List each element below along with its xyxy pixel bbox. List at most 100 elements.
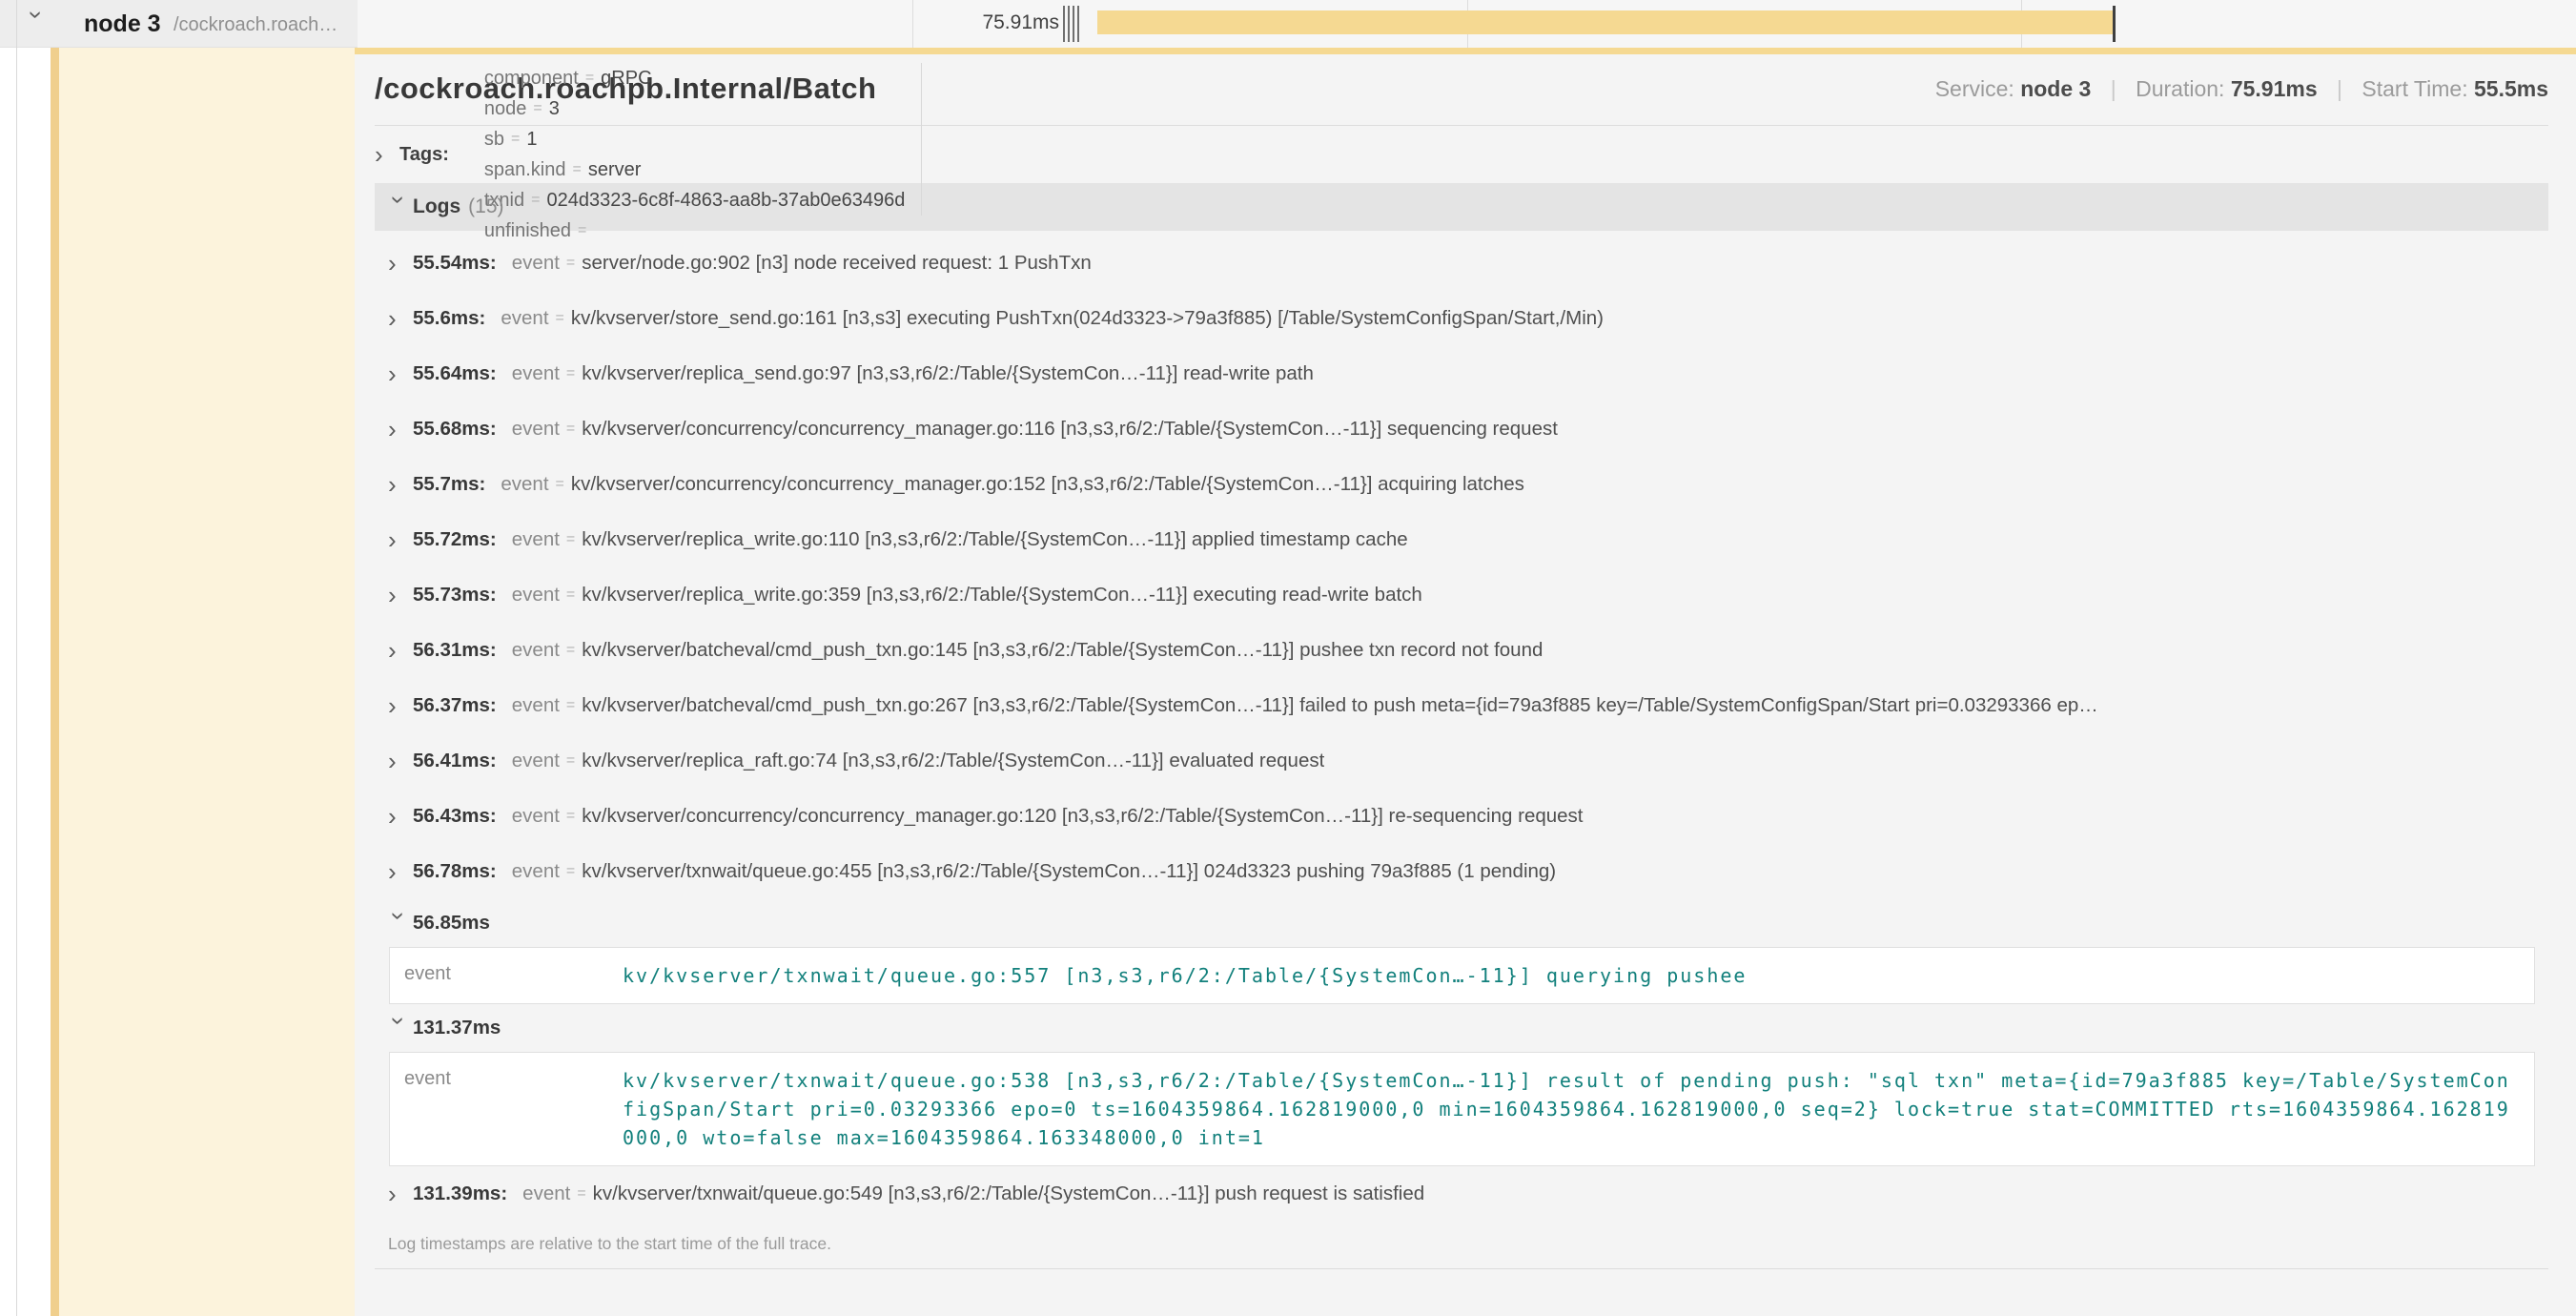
log-entry-row[interactable]: 56.41ms: event kv/kvserver/replica_raft.… [375, 733, 2548, 789]
tag-key: sb [484, 129, 504, 151]
tag-key: unfinished [484, 220, 571, 242]
chevron-down-icon[interactable] [390, 195, 409, 220]
selected-span-stripe [51, 48, 59, 1316]
log-entry-row[interactable]: 55.72ms: event kv/kvserver/replica_write… [375, 512, 2548, 567]
chevron-right-icon[interactable] [388, 586, 413, 605]
log-timestamp: 131.37ms [413, 1017, 501, 1039]
log-timestamp: 55.64ms: [413, 362, 497, 385]
span-detail-panel: /cockroach.roachpb.Internal/Batch Servic… [355, 48, 2576, 1316]
equals-sign [556, 310, 564, 327]
span-service-name: node 3 [84, 10, 161, 38]
log-message: kv/kvserver/txnwait/queue.go:549 [n3,s3,… [593, 1182, 1424, 1205]
log-entry-header[interactable]: 131.37ms [375, 1004, 2548, 1052]
log-entry-row[interactable]: 56.31ms: event kv/kvserver/batcheval/cmd… [375, 623, 2548, 678]
logs-count: (15) [468, 195, 503, 218]
log-timestamp: 55.6ms: [413, 307, 485, 330]
log-entry-row[interactable]: 55.6ms: event kv/kvserver/store_send.go:… [375, 291, 2548, 346]
chevron-right-icon[interactable] [388, 254, 413, 273]
tags-row[interactable]: Tags: component gRPC node 3 sb 1 span.ki… [375, 126, 2548, 183]
equals-sign [566, 531, 575, 548]
log-field-row: event kv/kvserver/txnwait/queue.go:557 [… [390, 948, 2534, 1003]
log-entry-row[interactable]: 56.43ms: event kv/kvserver/concurrency/c… [375, 789, 2548, 844]
log-field-value: kv/kvserver/txnwait/queue.go:557 [n3,s3,… [623, 961, 1747, 990]
equals-sign [578, 222, 586, 239]
start-time-value: 55.5ms [2474, 76, 2548, 101]
equals-sign [566, 365, 575, 382]
log-message: server/node.go:902 [n3] node received re… [582, 252, 1091, 275]
span-timeline-row[interactable]: node 3 /cockroach.roach… 75.91ms [0, 0, 2576, 48]
row-indent-guide [16, 0, 17, 1316]
log-entry-row[interactable]: 55.7ms: event kv/kvserver/concurrency/co… [375, 457, 2548, 512]
log-entry-row[interactable]: 56.78ms: event kv/kvserver/txnwait/queue… [375, 844, 2548, 899]
logs-list: 55.54ms: event server/node.go:902 [n3] n… [375, 231, 2548, 1222]
log-entry-row[interactable]: 55.64ms: event kv/kvserver/replica_send.… [375, 346, 2548, 401]
tag-value: server [588, 159, 642, 181]
chevron-right-icon[interactable] [388, 751, 413, 771]
tag-value: gRPC [601, 68, 651, 90]
span-end-tick [2113, 6, 2116, 42]
chevron-right-icon[interactable] [388, 641, 413, 660]
chevron-right-icon[interactable] [388, 530, 413, 549]
log-timestamp: 55.7ms: [413, 473, 485, 496]
trace-view: node 3 /cockroach.roach… 75.91ms /cockro… [0, 0, 2576, 1316]
logs-title: Logs [413, 195, 460, 218]
log-entry-header[interactable]: 56.85ms [375, 899, 2548, 947]
span-name-column[interactable]: node 3 /cockroach.roach… [0, 0, 358, 48]
log-message: kv/kvserver/replica_write.go:110 [n3,s3,… [582, 528, 1407, 551]
log-timestamp: 55.73ms: [413, 584, 497, 607]
log-entry-row[interactable]: 55.68ms: event kv/kvserver/concurrency/c… [375, 401, 2548, 457]
chevron-right-icon[interactable] [388, 420, 413, 439]
tag-item: sb 1 [468, 124, 922, 154]
equals-sign [577, 1185, 585, 1203]
log-entry-detail-box: event kv/kvserver/txnwait/queue.go:557 [… [389, 947, 2535, 1004]
equals-sign [566, 586, 575, 604]
chevron-right-icon[interactable] [388, 807, 413, 826]
chevron-right-icon[interactable] [388, 475, 413, 494]
chevron-right-icon[interactable] [388, 364, 413, 383]
equals-sign [585, 70, 594, 87]
log-timestamp: 131.39ms: [413, 1182, 507, 1205]
tag-item: span.kind server [468, 154, 922, 185]
log-field-key: event [512, 805, 560, 828]
tags-label: Tags: [399, 144, 449, 166]
log-entry-row[interactable]: 56.37ms: event kv/kvserver/batcheval/cmd… [375, 678, 2548, 733]
chevron-down-icon[interactable] [390, 912, 409, 936]
log-message: kv/kvserver/txnwait/queue.go:455 [n3,s3,… [582, 860, 1556, 883]
log-field-key: event [512, 418, 560, 441]
log-entry-expanded: 131.37ms event kv/kvserver/txnwait/queue… [375, 1004, 2548, 1166]
divider: | [2111, 76, 2116, 101]
log-field-key: event [404, 1066, 623, 1152]
tag-value: 3 [549, 98, 560, 120]
tag-key: node [484, 98, 527, 120]
equals-sign [566, 752, 575, 770]
chevron-right-icon[interactable] [388, 862, 413, 881]
log-timestamp: 56.31ms: [413, 639, 497, 662]
log-entry-expanded: 56.85ms event kv/kvserver/txnwait/queue.… [375, 899, 2548, 1004]
span-operation-name: /cockroach.roach… [174, 14, 337, 36]
timeline-track: 75.91ms [358, 0, 2576, 48]
service-label: Service: [1935, 76, 2014, 101]
tag-item: component gRPC [468, 63, 922, 93]
chevron-down-icon[interactable] [390, 1017, 409, 1041]
log-entry-row[interactable]: 55.73ms: event kv/kvserver/replica_write… [375, 567, 2548, 623]
chevron-down-icon[interactable] [28, 10, 47, 35]
chevron-right-icon[interactable] [388, 1184, 413, 1203]
span-bar[interactable] [1097, 10, 2114, 34]
chevron-right-icon[interactable] [388, 696, 413, 715]
span-overview: Service: node 3 | Duration: 75.91ms | St… [1935, 76, 2548, 102]
span-ticks-icon [1063, 6, 1079, 42]
log-entry-row[interactable]: 131.39ms: event kv/kvserver/txnwait/queu… [375, 1166, 2548, 1222]
chevron-right-icon[interactable] [388, 309, 413, 328]
tag-item: unfinished [468, 216, 922, 246]
log-message: kv/kvserver/replica_write.go:359 [n3,s3,… [582, 584, 1422, 607]
equals-sign [572, 161, 581, 178]
log-timestamp: 55.72ms: [413, 528, 497, 551]
log-field-key: event [512, 252, 560, 275]
log-message: kv/kvserver/replica_raft.go:74 [n3,s3,r6… [582, 750, 1324, 772]
tag-key: component [484, 68, 579, 90]
chevron-right-icon[interactable] [375, 145, 399, 164]
log-field-key: event [512, 860, 560, 883]
equals-sign [566, 642, 575, 659]
tags-list: component gRPC node 3 sb 1 span.kind ser… [468, 63, 922, 246]
log-timestamp: 56.41ms: [413, 750, 497, 772]
